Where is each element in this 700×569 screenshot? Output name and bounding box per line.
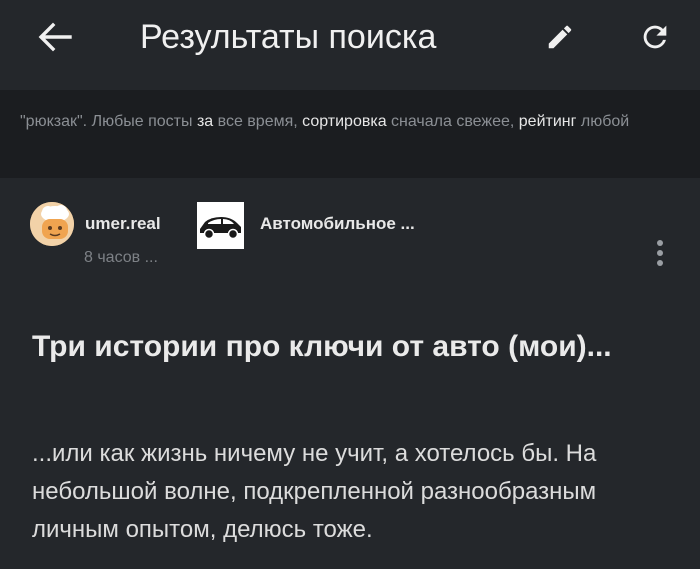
chef-avatar-image [30,202,74,246]
community-name[interactable]: Автомобильное ... [260,214,415,234]
refresh-icon [643,25,667,49]
car-icon [197,202,244,249]
more-vert-icon [657,240,663,246]
post-title[interactable]: Три истории про ключи от авто (мои)... [32,328,652,366]
filter-rating-label: рейтинг [518,113,577,130]
filter-sort-label: сортировка [302,113,387,130]
filter-rating-value: любой [580,113,630,130]
author-name[interactable]: umer.real [85,214,161,234]
filter-period-value: все время, [217,113,298,130]
back-button[interactable] [25,10,85,64]
page-title: Результаты поиска [140,18,437,56]
post-card[interactable]: umer.real Автомобильное ... 8 часов ... … [0,178,700,569]
author-avatar[interactable] [30,202,74,246]
top-app-bar: Результаты поиска [0,0,700,80]
arrow-left-icon [38,22,72,52]
more-options-button[interactable] [640,233,680,273]
refresh-button[interactable] [625,10,685,64]
post-timestamp: 8 часов ... [84,249,158,266]
community-avatar[interactable] [197,202,244,249]
filter-period-label: за [196,113,214,130]
post-excerpt: ...или как жизнь ничему не учит, а хотел… [32,440,597,543]
filter-query: "рюкзак". [20,113,88,130]
pencil-icon [548,25,572,49]
filter-sort-value: сначала свежее, [391,113,515,130]
filter-posts: Любые посты [91,113,193,130]
search-filter-summary[interactable]: "рюкзак". Любые посты за все время, сорт… [0,90,700,178]
edit-search-button[interactable] [530,10,590,64]
